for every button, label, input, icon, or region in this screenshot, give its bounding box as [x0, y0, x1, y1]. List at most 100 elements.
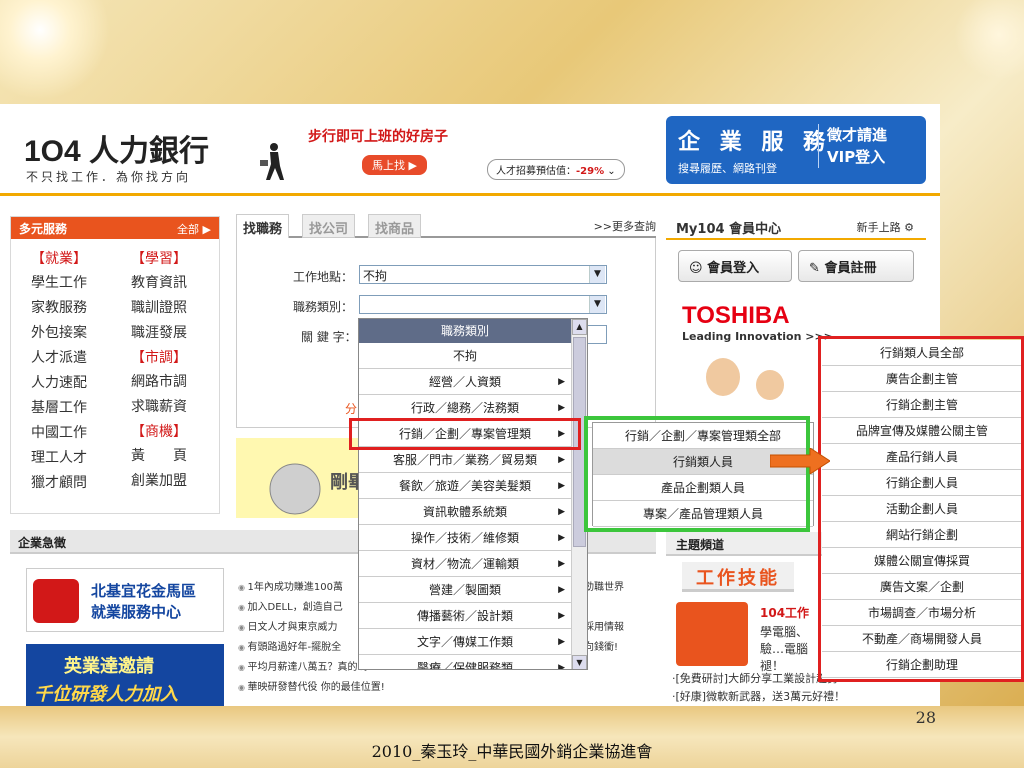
job-category-item[interactable]: 行政／總務／法務類 ▶ — [359, 395, 571, 421]
job-category-item[interactable]: 醫療／保健服務類 ▶ — [359, 655, 571, 669]
job-category-item[interactable]: 經營／人資類 ▶ — [359, 369, 571, 395]
job-category-item[interactable]: 行銷／企劃／專案管理類 ▶ — [359, 421, 571, 447]
scroll-down-icon[interactable]: ▼ — [572, 655, 587, 669]
more-query-link[interactable]: >>更多查詢 — [594, 218, 656, 234]
chevron-right-icon: ▶ — [558, 559, 565, 569]
job-category-item[interactable]: 不拘 — [359, 343, 571, 369]
job-category-label: 餐飲／旅遊／美容美髮類 — [398, 479, 531, 493]
job-category-item[interactable]: 餐飲／旅遊／美容美髮類 ▶ — [359, 473, 571, 499]
news-item[interactable]: ◉ 華映研發替代役 你的最佳位置! — [238, 678, 638, 698]
services-link[interactable]: 外包接案 — [31, 321, 123, 346]
bullet-icon: ◉ — [238, 683, 248, 692]
bullet-icon: ◉ — [238, 623, 248, 632]
services-link[interactable]: 中國工作 — [31, 421, 123, 446]
services-link[interactable]: 理工人才 — [31, 446, 123, 471]
marketing-subcategory-item[interactable]: 產品企劃類人員 — [593, 475, 813, 501]
services-link[interactable]: 黃 頁 — [131, 444, 223, 469]
promo-button[interactable]: 馬上找 ▶ — [362, 155, 427, 175]
services-column-employment: 【就業】 學生工作 家教服務 外包接案 人才派遣 人力速配 基層工作 中國工作 理工人才 獵才顧問 — [31, 247, 123, 496]
location-value: 不拘 — [363, 269, 388, 283]
enterprise-service-box[interactable]: 企 業 服 務 搜尋履歷、網路刊登 徵才請進 VIP登入 — [666, 116, 926, 184]
news-right-item[interactable] — [584, 598, 644, 618]
topic-link[interactable]: ‧[免費研討]大師分享工業設計趨勢 — [672, 670, 838, 686]
ad-subtitle: Leading Innovation >>> — [682, 330, 833, 343]
marketing-detail-item[interactable]: 網站行銷企劃 — [822, 522, 1022, 548]
services-link[interactable]: 職涯發展 — [131, 321, 223, 346]
job-category-item[interactable]: 文字／傳媒工作類 ▶ — [359, 629, 571, 655]
marketing-detail-item[interactable]: 媒體公關宣傳採買 — [822, 548, 1022, 574]
popup-scrollbar[interactable]: ▲ ▼ — [571, 319, 587, 669]
tab-find-product[interactable]: 找商品 — [368, 214, 422, 238]
scroll-thumb[interactable] — [573, 337, 586, 547]
services-link[interactable]: 創業加盟 — [131, 469, 223, 494]
services-link[interactable]: 職訓證照 — [131, 296, 223, 321]
skill-title[interactable]: 104工作 — [760, 604, 809, 621]
recruit-banner[interactable]: 英業達邀請 千位研發人力加入 — [26, 644, 224, 706]
job-category-item[interactable]: 客服／門市／業務／貿易類 ▶ — [359, 447, 571, 473]
marketing-subcategory-item[interactable]: 專案／產品管理類人員 — [593, 501, 813, 527]
category-select[interactable]: ▼ — [359, 295, 607, 314]
services-link[interactable]: 人才派遣 — [31, 346, 123, 371]
north-employment-center[interactable]: 北基宜花金馬區 就業服務中心 — [26, 568, 224, 632]
talent-index[interactable]: 人才招募預估值：-29% ⌄ — [487, 159, 625, 180]
tab-find-job[interactable]: 找職務 — [236, 214, 290, 238]
member-login-button[interactable]: ☺ 會員登入 — [678, 250, 792, 282]
job-category-item[interactable]: 資訊軟體系統類 ▶ — [359, 499, 571, 525]
marketing-detail-item[interactable]: 不動產／商場開發人員 — [822, 626, 1022, 652]
vip-login[interactable]: 徵才請進 VIP登入 — [818, 124, 920, 168]
job-category-label: 營建／製圖類 — [428, 583, 501, 597]
news-right-item[interactable]: 勁職世界 — [584, 578, 644, 598]
news-right-item[interactable]: 向錢衝! — [584, 638, 644, 658]
marketing-detail-item[interactable]: 行銷類人員全部 — [822, 340, 1022, 366]
job-category-label: 文字／傳媒工作類 — [416, 635, 513, 649]
services-link[interactable]: 家教服務 — [31, 296, 123, 321]
chevron-right-icon: ▶ — [558, 403, 565, 413]
job-category-label: 操作／技術／維修類 — [410, 531, 519, 545]
new-user-link[interactable]: 新手上路 ⚙ — [857, 219, 914, 235]
news-text: 1年內成功賺進100萬 — [247, 582, 343, 593]
chevron-down-icon[interactable]: ▼ — [589, 296, 605, 313]
topic-link[interactable]: ‧[好康]微軟新武器，送3萬元好禮！ — [672, 688, 845, 704]
walking-man-icon — [260, 143, 284, 180]
skill-banner[interactable]: 工作技能 — [682, 562, 794, 592]
services-link[interactable]: 求職薪資 — [131, 395, 223, 420]
marketing-detail-item[interactable]: 行銷企劃人員 — [822, 470, 1022, 496]
news-right-item[interactable]: 採用情報 — [584, 618, 644, 638]
site-logo[interactable]: 1O4 人力銀行 — [24, 126, 209, 170]
services-link[interactable]: 網路市調 — [131, 370, 223, 395]
smile-icon: ☺ — [689, 261, 703, 276]
marketing-detail-item[interactable]: 廣告企劃主管 — [822, 366, 1022, 392]
services-all-link[interactable]: 全部 ▶ — [177, 221, 211, 237]
marketing-detail-item[interactable]: 市場調查／市場分析 — [822, 600, 1022, 626]
bullet-icon: ◉ — [238, 603, 248, 612]
services-link[interactable]: 人力速配 — [31, 371, 123, 396]
north-title-line2: 就業服務中心 — [91, 603, 182, 621]
marketing-detail-item[interactable]: 品牌宣傳及媒體公關主管 — [822, 418, 1022, 444]
promo-button-label: 馬上找 — [372, 159, 405, 172]
job-category-item[interactable]: 操作／技術／維修類 ▶ — [359, 525, 571, 551]
category-label: 職務類別： — [293, 300, 354, 314]
marketing-subcategory-item[interactable]: 行銷類人員 — [593, 449, 813, 475]
marketing-detail-item[interactable]: 行銷企劃主管 — [822, 392, 1022, 418]
tab-find-company[interactable]: 找公司 — [302, 214, 356, 238]
marketing-detail-item[interactable]: 產品行銷人員 — [822, 444, 1022, 470]
marketing-subcategory-item[interactable]: 行銷／企劃／專案管理類全部 — [593, 423, 813, 449]
marketing-detail-item[interactable]: 廣告文案／企劃 — [822, 574, 1022, 600]
chevron-down-icon: ⌄ — [607, 166, 616, 177]
job-category-item[interactable]: 傳播藝術／設計類 ▶ — [359, 603, 571, 629]
services-link[interactable]: 基層工作 — [31, 396, 123, 421]
job-category-item[interactable]: 營建／製圖類 ▶ — [359, 577, 571, 603]
marketing-detail-item[interactable]: 行銷企劃助理 — [822, 652, 1022, 678]
services-link[interactable]: 教育資訊 — [131, 271, 223, 296]
job-category-label: 行政／總務／法務類 — [410, 401, 519, 415]
location-select[interactable]: 不拘 ▼ — [359, 265, 607, 284]
services-link[interactable]: 學生工作 — [31, 271, 123, 296]
services-link[interactable]: 獵才顧問 — [31, 471, 123, 496]
promo-title[interactable]: 步行即可上班的好房子 — [308, 126, 448, 146]
chevron-down-icon[interactable]: ▼ — [589, 266, 605, 283]
member-register-button[interactable]: ✎ 會員註冊 — [798, 250, 914, 282]
job-category-label: 資材／物流／運輸類 — [410, 557, 519, 571]
marketing-detail-item[interactable]: 活動企劃人員 — [822, 496, 1022, 522]
scroll-up-icon[interactable]: ▲ — [572, 319, 587, 335]
job-category-item[interactable]: 資材／物流／運輸類 ▶ — [359, 551, 571, 577]
